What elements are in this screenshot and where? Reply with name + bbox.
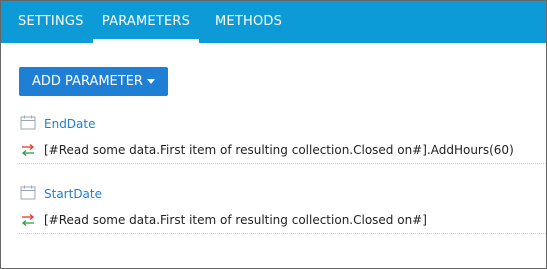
caret-down-icon (147, 79, 155, 84)
mapping-arrows-icon (21, 144, 35, 156)
calendar-icon (20, 185, 36, 200)
tab-parameters[interactable]: PARAMETERS (93, 1, 199, 43)
parameter-value[interactable]: [#Read some data.First item of resulting… (44, 213, 427, 227)
process-element-settings-panel: SETTINGS PARAMETERS METHODS ADD PARAMETE… (0, 0, 547, 269)
tab-methods[interactable]: METHODS (215, 1, 282, 43)
tab-settings[interactable]: SETTINGS (18, 1, 84, 43)
divider (19, 233, 546, 234)
add-parameter-button[interactable]: ADD PARAMETER (19, 67, 168, 96)
tab-bar: SETTINGS PARAMETERS METHODS (1, 1, 546, 43)
parameter-name[interactable]: EndDate (44, 117, 96, 131)
parameter-name[interactable]: StartDate (44, 187, 102, 201)
parameter-item-startdate: StartDate [#Read some data.First item of… (1, 185, 546, 245)
parameter-item-enddate: EndDate [#Read some data.First item of r… (1, 115, 546, 175)
divider (19, 163, 546, 164)
mapping-arrows-icon (21, 214, 35, 226)
active-tab-indicator (93, 39, 199, 43)
parameter-value[interactable]: [#Read some data.First item of resulting… (44, 143, 514, 157)
calendar-icon (20, 115, 36, 130)
add-parameter-label: ADD PARAMETER (32, 74, 143, 89)
